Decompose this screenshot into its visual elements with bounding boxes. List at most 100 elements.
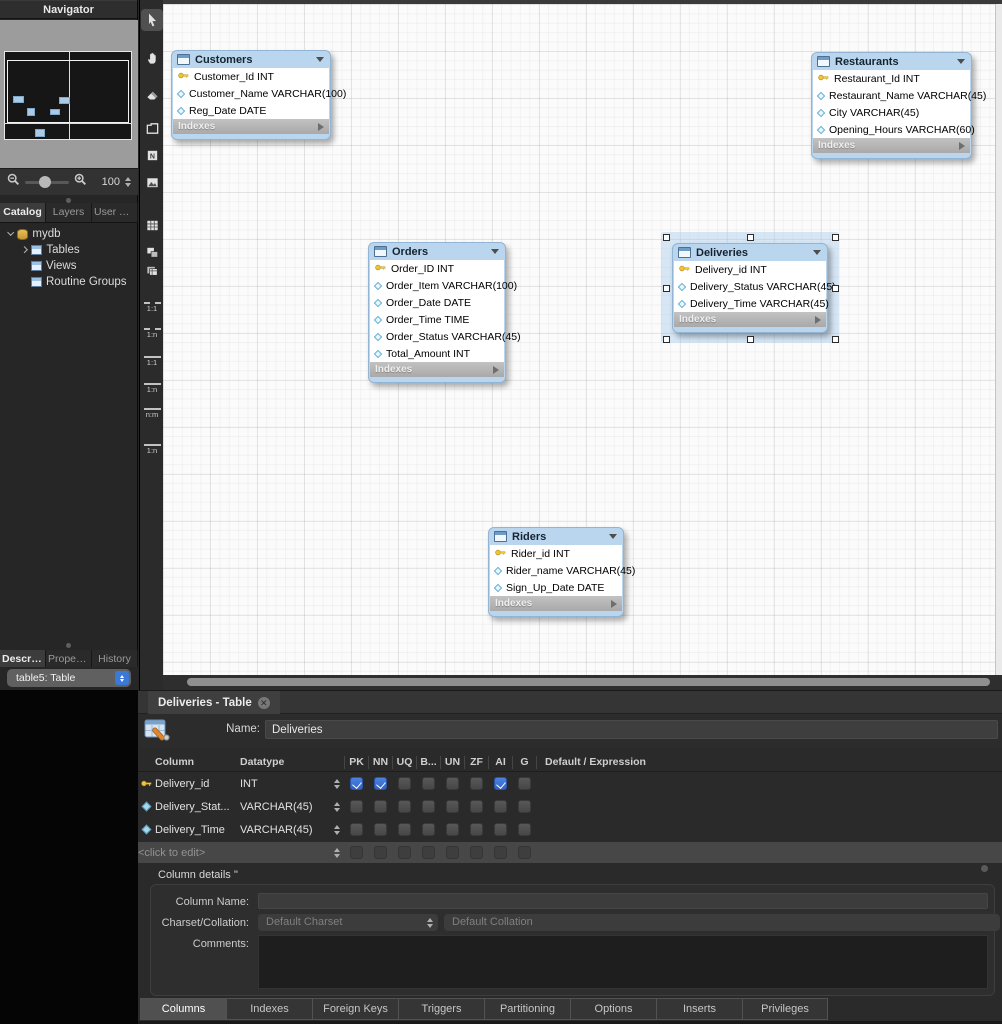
table-header[interactable]: Deliveries — [673, 244, 827, 261]
panel-drag-handle-2[interactable] — [66, 643, 71, 648]
diagram-table-orders[interactable]: OrdersOrder_ID INTOrder_Item VARCHAR(100… — [368, 242, 506, 383]
close-icon[interactable]: ✕ — [258, 697, 270, 709]
cell-column-name[interactable]: Delivery_Time — [155, 824, 240, 836]
table-column-row[interactable]: Restaurant_Name VARCHAR(45) — [813, 87, 970, 104]
zoom-slider[interactable] — [25, 181, 69, 184]
checkbox-pk[interactable] — [350, 800, 363, 813]
tool-rel-1-1-non-identifying[interactable]: 1:1 — [141, 296, 163, 318]
editor-tab-columns[interactable]: Columns — [140, 998, 226, 1020]
table-name-input[interactable] — [265, 720, 998, 739]
checkbox-zf[interactable] — [470, 800, 483, 813]
table-column-row[interactable]: Rider_id INT — [490, 545, 622, 562]
table-column-row[interactable]: Reg_Date DATE — [173, 102, 329, 119]
checkbox-zf[interactable] — [470, 823, 483, 836]
selection-handle[interactable] — [663, 234, 670, 241]
checkbox-nn[interactable] — [374, 777, 387, 790]
table-column-row[interactable]: City VARCHAR(45) — [813, 104, 970, 121]
tool-cursor[interactable] — [141, 9, 163, 31]
diagram-table-restaurants[interactable]: RestaurantsRestaurant_Id INTRestaurant_N… — [811, 52, 972, 159]
tab-user-ty-[interactable]: User Ty... — [92, 203, 138, 222]
collation-dropdown[interactable]: Default Collation — [444, 914, 1000, 931]
diagram-table-customers[interactable]: CustomersCustomer_Id INTCustomer_Name VA… — [171, 50, 331, 140]
zoom-stepper[interactable] — [125, 177, 131, 187]
checkbox-g[interactable] — [518, 800, 531, 813]
new-column-row[interactable]: <click to edit> — [138, 842, 1002, 863]
datatype-stepper-icon[interactable] — [330, 802, 344, 812]
table-column-row[interactable]: Total_Amount INT — [370, 345, 504, 362]
selection-handle[interactable] — [747, 234, 754, 241]
datatype-stepper-icon[interactable] — [330, 825, 344, 835]
checkbox-g[interactable] — [518, 823, 531, 836]
table-column-row[interactable]: Restaurant_Id INT — [813, 70, 970, 87]
selection-handle[interactable] — [663, 285, 670, 292]
grid-row-delivery-stat-[interactable]: Delivery_Stat...VARCHAR(45) — [138, 795, 1002, 818]
cell-column-name[interactable]: Delivery_id — [155, 778, 240, 790]
tool-layer[interactable] — [141, 117, 163, 139]
collapse-arrow-icon[interactable] — [609, 534, 617, 539]
column-name-input[interactable] — [258, 893, 988, 909]
diagram-table-riders[interactable]: RidersRider_id INTRider_name VARCHAR(45)… — [488, 527, 624, 617]
collapse-arrow-icon[interactable] — [316, 57, 324, 62]
tree-item-tables[interactable]: Tables — [0, 242, 138, 258]
editor-tab-privileges[interactable]: Privileges — [742, 998, 828, 1020]
datatype-stepper-icon[interactable] — [330, 779, 344, 789]
indexes-footer[interactable]: Indexes — [370, 362, 504, 377]
tab-layers[interactable]: Layers — [46, 203, 92, 222]
expand-arrow-icon[interactable] — [493, 366, 499, 374]
tool-rel-1-n-non-identifying[interactable]: 1:n — [141, 322, 163, 344]
selection-handle[interactable] — [747, 336, 754, 343]
click-to-edit-cell[interactable]: <click to edit> — [138, 847, 326, 859]
editor-tab-deliveries[interactable]: Deliveries - Table ✕ — [148, 691, 280, 714]
tool-rel-n-m-identifying[interactable]: n:m — [141, 402, 163, 424]
zoom-in-icon[interactable] — [74, 173, 87, 191]
table-column-row[interactable]: Delivery_Status VARCHAR(45) — [674, 278, 826, 295]
charset-dropdown[interactable]: Default Charset — [258, 914, 438, 931]
editor-tab-inserts[interactable]: Inserts — [656, 998, 742, 1020]
table-header[interactable]: Customers — [172, 51, 330, 68]
editor-tab-indexes[interactable]: Indexes — [226, 998, 312, 1020]
zoom-slider-thumb[interactable] — [39, 176, 51, 188]
checkbox-uq[interactable] — [398, 823, 411, 836]
minimap-viewport-rect[interactable] — [7, 60, 129, 123]
indexes-footer[interactable]: Indexes — [173, 119, 329, 134]
cell-datatype[interactable]: INT — [240, 778, 330, 790]
table-column-row[interactable]: Opening_Hours VARCHAR(60) — [813, 121, 970, 138]
expand-arrow-icon[interactable] — [611, 600, 617, 608]
horizontal-scrollbar-thumb[interactable] — [187, 678, 990, 686]
tab-properties[interactable]: Properties — [46, 650, 92, 668]
table-column-row[interactable]: Order_Date DATE — [370, 294, 504, 311]
indexes-footer[interactable]: Indexes — [674, 312, 826, 327]
tool-image[interactable] — [141, 171, 163, 193]
editor-tab-options[interactable]: Options — [570, 998, 656, 1020]
table-column-row[interactable]: Customer_Id INT — [173, 68, 329, 85]
table-column-row[interactable]: Order_Item VARCHAR(100) — [370, 277, 504, 294]
checkbox-nn[interactable] — [374, 800, 387, 813]
table-column-row[interactable]: Customer_Name VARCHAR(100) — [173, 85, 329, 102]
tool-hand[interactable] — [141, 46, 163, 68]
editor-tab-triggers[interactable]: Triggers — [398, 998, 484, 1020]
collapse-arrow-icon[interactable] — [813, 250, 821, 255]
table-column-row[interactable]: Rider_name VARCHAR(45) — [490, 562, 622, 579]
tab-catalog[interactable]: Catalog — [0, 203, 46, 222]
tree-item-routine-groups[interactable]: Routine Groups — [0, 274, 138, 290]
tab-history[interactable]: History — [92, 650, 138, 668]
tool-eraser[interactable] — [141, 83, 163, 105]
tool-note[interactable]: N — [141, 144, 163, 166]
tree-item-schema[interactable]: mydb — [0, 226, 138, 242]
selection-handle[interactable] — [832, 336, 839, 343]
table-column-row[interactable]: Order_Time TIME — [370, 311, 504, 328]
checkbox-g[interactable] — [518, 777, 531, 790]
tool-rel-1-n-existing-columns[interactable]: 1:n — [141, 438, 163, 460]
table-header[interactable]: Restaurants — [812, 53, 971, 70]
table-column-row[interactable]: Order_ID INT — [370, 260, 504, 277]
table-column-row[interactable]: Sign_Up_Date DATE — [490, 579, 622, 596]
checkbox-un[interactable] — [446, 777, 459, 790]
tool-table[interactable] — [141, 214, 163, 236]
expand-arrow-icon[interactable] — [318, 123, 324, 131]
editor-tab-foreign-keys[interactable]: Foreign Keys — [312, 998, 398, 1020]
checkbox-un[interactable] — [446, 800, 459, 813]
expand-arrow-icon[interactable] — [959, 142, 965, 150]
navigator-minimap[interactable] — [0, 20, 138, 168]
tool-rel-1-n-identifying[interactable]: 1:n — [141, 377, 163, 399]
selection-handle[interactable] — [663, 336, 670, 343]
